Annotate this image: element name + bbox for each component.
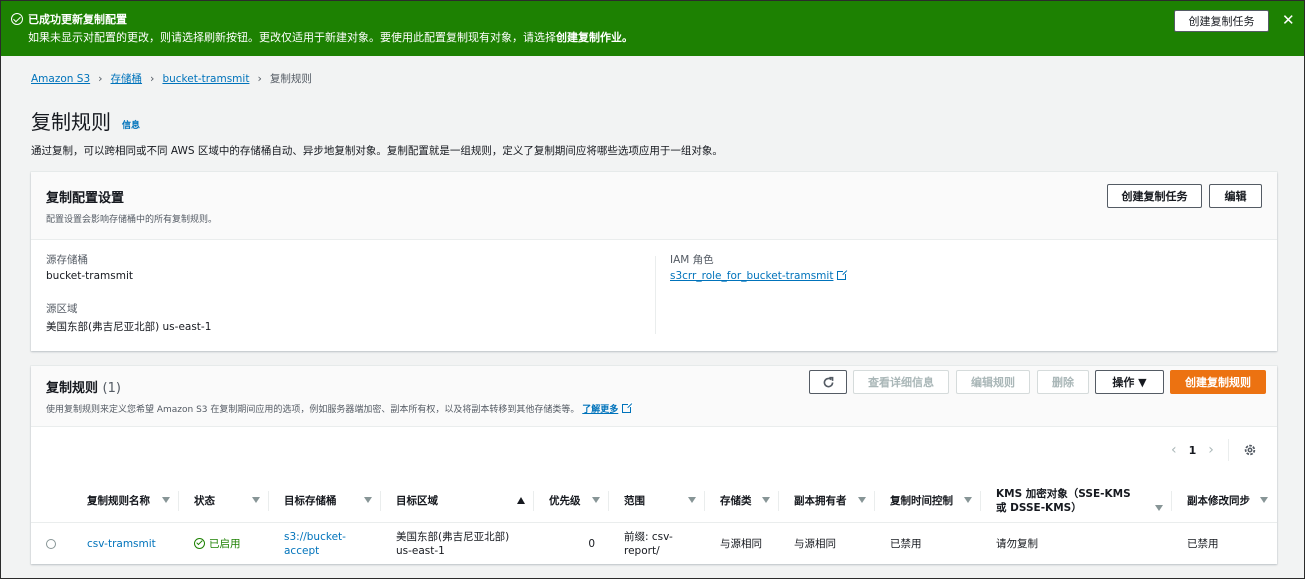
- config-subtitle: 配置设置会影响存储桶中的所有复制规则。: [46, 215, 218, 225]
- chevron-right-icon: ›: [98, 72, 103, 85]
- breadcrumb-bucket[interactable]: bucket-tramsmit: [162, 73, 249, 85]
- scope-value: 前缀: csv-report/: [624, 530, 673, 557]
- sort-icon: [964, 497, 972, 503]
- config-title: 复制配置设置: [46, 191, 125, 206]
- actions-dropdown[interactable]: 操作 ▼: [1095, 370, 1164, 394]
- row-select-radio[interactable]: [46, 523, 56, 564]
- column-divider: [655, 256, 656, 334]
- info-link[interactable]: 信息: [122, 118, 140, 131]
- sort-icon: [762, 497, 770, 503]
- learn-more-link[interactable]: 了解更多: [582, 405, 618, 415]
- iam-role-label: IAM 角色: [670, 254, 714, 266]
- page-description: 通过复制，可以跨相同或不同 AWS 区域中的存储桶自动、异步地复制对象。复制配置…: [31, 145, 723, 157]
- success-flash-banner: 已成功更新复制配置 如果未显示对配置的更改，则请选择刷新按钮。更改仅适用于新建对…: [0, 0, 1305, 56]
- sort-icon: [688, 497, 696, 503]
- col-storage-class[interactable]: 存储类: [705, 478, 779, 523]
- sort-ascending-icon: [517, 497, 525, 504]
- chevron-right-icon: ›: [150, 72, 155, 85]
- chevron-left-icon[interactable]: ‹: [1171, 442, 1177, 458]
- sort-icon: [162, 497, 170, 503]
- col-priority[interactable]: 优先级: [534, 478, 609, 523]
- external-link-icon: [622, 402, 634, 413]
- external-link-icon: [837, 269, 849, 280]
- breadcrumb-current: 复制规则: [269, 73, 312, 85]
- refresh-button[interactable]: [809, 370, 847, 394]
- source-region-value: 美国东部(弗吉尼亚北部) us-east-1: [46, 321, 212, 333]
- sort-icon: [858, 497, 866, 503]
- col-scope[interactable]: 范围: [609, 478, 705, 523]
- sort-icon: [592, 497, 600, 503]
- flash-create-job-button[interactable]: 创建复制任务: [1174, 10, 1269, 32]
- storage-class-value: 与源相同: [720, 537, 762, 550]
- breadcrumb-buckets[interactable]: 存储桶: [111, 71, 143, 86]
- iam-role-link[interactable]: s3crr_role_for_bucket-tramsmit: [670, 269, 849, 282]
- pager-divider: [1227, 439, 1229, 461]
- gear-icon[interactable]: [1243, 443, 1257, 457]
- source-region-label: 源区域: [46, 303, 78, 315]
- sort-icon: [364, 497, 372, 503]
- kms-value: 请勿复制: [996, 537, 1038, 550]
- col-dest-region[interactable]: 目标区域: [381, 478, 534, 523]
- chevron-right-icon: ›: [257, 72, 262, 85]
- col-status[interactable]: 状态: [179, 478, 269, 523]
- breadcrumb-amazon-s3[interactable]: Amazon S3: [31, 73, 90, 85]
- source-bucket-label: 源存储桶: [46, 254, 88, 266]
- page-title: 复制规则: [31, 110, 111, 134]
- rtc-value: 已禁用: [890, 537, 922, 550]
- refresh-icon: [823, 376, 833, 387]
- table-header: 复制规则名称 状态 目标存储桶 目标区域 优先级 范围 存储类 副本拥有者 复制…: [31, 478, 1277, 523]
- chevron-right-icon[interactable]: ›: [1208, 442, 1214, 458]
- dest-region-value: 美国东部(弗吉尼亚北部) us-east-1: [396, 530, 510, 557]
- rule-name-link[interactable]: csv-tramsmit: [87, 523, 156, 564]
- priority-value: 0: [588, 537, 595, 550]
- col-dest-bucket[interactable]: 目标存储桶: [269, 478, 381, 523]
- replication-rules-panel: 复制规则 (1) 使用复制规则来定义您希望 Amazon S3 在复制期间应用的…: [31, 366, 1277, 564]
- status-badge: 已启用: [194, 523, 241, 564]
- replication-config-panel: 复制配置设置 配置设置会影响存储桶中的所有复制规则。 创建复制任务 编辑 源存储…: [31, 172, 1277, 351]
- col-kms[interactable]: KMS 加密对象（SSE-KMS 或 DSSE-KMS）: [981, 478, 1172, 523]
- replica-owner-value: 与源相同: [794, 537, 836, 550]
- rules-subtitle: 使用复制规则来定义您希望 Amazon S3 在复制期间应用的选项，例如服务器端…: [46, 402, 634, 415]
- flash-message: 如果未显示对配置的更改，则请选择刷新按钮。更改仅适用于新建对象。要使用此配置复制…: [28, 31, 633, 44]
- col-replica-sync[interactable]: 副本修改同步: [1172, 478, 1277, 523]
- rules-panel-header: 复制规则 (1) 使用复制规则来定义您希望 Amazon S3 在复制期间应用的…: [31, 366, 1277, 427]
- replica-sync-value: 已禁用: [1187, 537, 1219, 550]
- col-rule-name[interactable]: 复制规则名称: [72, 478, 179, 523]
- sort-icon: [1260, 497, 1268, 503]
- create-replication-job-button[interactable]: 创建复制任务: [1107, 184, 1202, 208]
- config-panel-header: 复制配置设置 配置设置会影响存储桶中的所有复制规则。 创建复制任务 编辑: [31, 172, 1277, 240]
- col-replica-owner[interactable]: 副本拥有者: [779, 478, 875, 523]
- sort-icon: [1155, 505, 1163, 511]
- close-icon[interactable]: ✕: [1282, 11, 1295, 29]
- view-details-button[interactable]: 查看详细信息: [853, 370, 949, 394]
- page-number[interactable]: 1: [1189, 444, 1197, 457]
- source-bucket-value: bucket-tramsmit: [46, 270, 133, 282]
- edit-rule-button[interactable]: 编辑规则: [956, 370, 1030, 394]
- dest-bucket-link[interactable]: s3://bucket-accept: [284, 523, 356, 564]
- status-check-icon: [194, 538, 205, 549]
- breadcrumb: Amazon S3 › 存储桶 › bucket-tramsmit › 复制规则: [31, 71, 312, 86]
- flash-title: 已成功更新复制配置: [28, 13, 127, 26]
- rules-title: 复制规则 (1): [46, 381, 121, 396]
- create-replication-rule-button[interactable]: 创建复制规则: [1170, 370, 1266, 394]
- col-rtc[interactable]: 复制时间控制: [875, 478, 981, 523]
- delete-button[interactable]: 删除: [1037, 370, 1089, 394]
- edit-button[interactable]: 编辑: [1209, 184, 1262, 208]
- pagination: ‹ 1 ›: [1171, 438, 1257, 462]
- sort-icon: [252, 497, 260, 503]
- success-check-icon: [11, 13, 23, 25]
- table-row[interactable]: csv-tramsmit 已启用 s3://bucket-accept 美国东部…: [31, 523, 1277, 564]
